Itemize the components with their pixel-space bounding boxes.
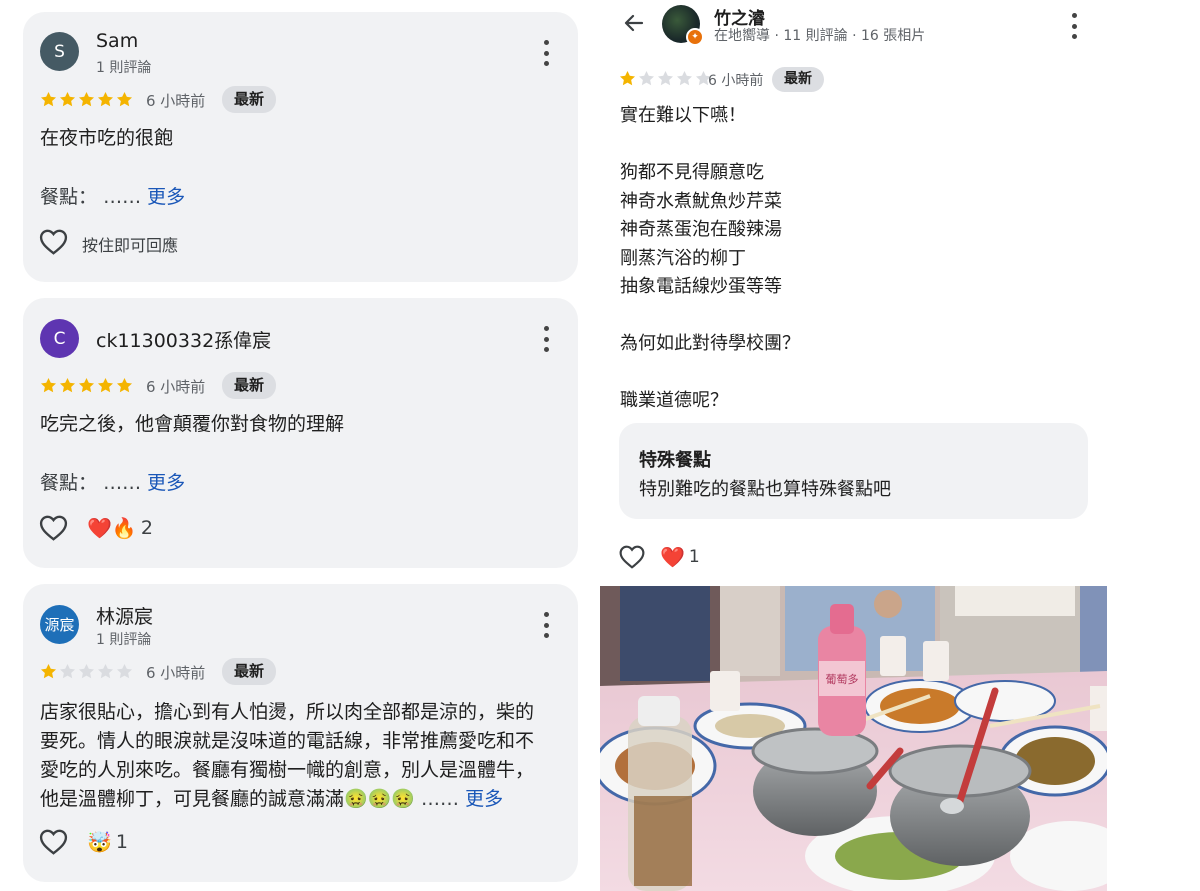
special-meal-box: 特殊餐點 特別難吃的餐點也算特殊餐點吧 [619,423,1088,519]
reviewer-review-count: 1 則評論 [96,60,152,76]
review-time: 6 小時前 [146,664,206,682]
review-text-line: 為何如此對待學校團？ [620,333,800,354]
review-text-line [620,131,800,160]
star-rating [39,90,134,109]
star-icon [59,663,76,679]
review-detail-panel: ✦ 竹之濬 在地嚮導 · 11 則評論 · 16 張相片 6 小時前 最新 實在… [600,0,1110,891]
heart-outline-icon[interactable] [39,829,68,855]
star-icon [97,91,114,107]
star-icon [59,91,76,107]
star-icon [638,70,655,86]
ellipsis: …… [421,788,460,810]
review-text: 實在難以下嚥！ 狗都不見得願意吃 神奇水煮魷魚炒芹菜 神奇蒸蛋泡在酸辣湯 剛蒸汽浴的柳… [620,102,800,416]
review-text-line: 店家很貼心，擔心到有人怕燙，所以肉全部都是涼的，柴的 [40,701,535,723]
reaction-emojis: 🤯 [87,830,112,854]
reaction-count: 2 [140,517,153,539]
more-options-icon[interactable] [542,326,550,352]
star-icon [40,663,57,679]
meal-row: 餐點： …… 更多 [40,182,185,209]
review-card: 源宸 林源宸 1 則評論 6 小時前 最新 店家很貼心，擔心到有人怕燙，所以肉全… [23,584,578,882]
reactions[interactable]: ❤️🔥 2 [87,516,153,540]
more-link[interactable]: 更多 [465,788,503,810]
review-text: 吃完之後，他會顛覆你對食物的理解 [40,413,345,435]
star-icon [619,70,636,86]
star-icon [78,663,95,679]
review-text-line: 實在難以下嚥！ [620,105,746,126]
review-photo[interactable]: 葡萄多 [600,586,1107,891]
review-text-line: 神奇水煮魷魚炒芹菜 [620,190,782,212]
hold-to-reply-text[interactable]: 按住即可回應 [82,232,178,256]
star-icon [116,663,133,679]
heart-outline-icon[interactable] [39,229,68,255]
meal-label: 餐點： [40,472,98,494]
star-rating [618,69,713,88]
avatar[interactable]: C [40,319,79,358]
reaction-emojis: ❤️🔥 [87,516,137,540]
meal-label: 餐點： [40,186,98,208]
star-icon [97,377,114,393]
arrow-left-icon[interactable] [622,11,646,35]
review-text-line [620,302,800,331]
more-link[interactable]: 更多 [147,472,185,494]
review-text-line: 神奇蒸蛋泡在酸辣湯 [620,219,782,240]
star-icon [40,91,57,107]
special-meal-text: 特別難吃的餐點也算特殊餐點吧 [639,479,891,500]
special-meal-title: 特殊餐點 [639,450,711,471]
reviewer-meta: 在地嚮導 · 11 則評論 · 16 張相片 [714,28,926,44]
star-rating [39,662,134,681]
review-time: 6 小時前 [146,92,206,110]
star-icon [657,70,674,86]
review-text-line: 他是溫體柳丁，可見餐廳的誠意滿滿🤢🤢🤢 [40,788,415,810]
review-text-line: 剛蒸汽浴的柳丁 [620,247,746,269]
more-link[interactable]: 更多 [147,186,185,208]
newest-badge: 最新 [222,372,277,399]
review-text-line: 抽象電話線炒蛋等等 [620,276,782,297]
newest-badge: 最新 [222,86,277,113]
reviewer-name[interactable]: 林源宸 [96,602,153,629]
star-icon [676,70,693,86]
avatar[interactable]: 源宸 [40,605,79,644]
review-text-line: 愛吃的人別來吃。餐廳有獨樹一幟的創意，別人是溫體牛， [40,759,535,781]
newest-badge: 最新 [222,658,277,685]
reviewer-review-count: 1 則評論 [96,632,152,648]
more-options-icon[interactable] [542,612,550,638]
star-icon [40,377,57,393]
ellipsis: …… [103,472,142,494]
star-icon [116,91,133,107]
review-text: 在夜市吃的很飽 [40,127,174,149]
star-icon [97,663,114,679]
reactions[interactable]: ❤️ 1 [660,545,700,569]
review-time: 6 小時前 [146,378,206,396]
heart-outline-icon[interactable] [619,545,645,569]
local-guide-badge-icon: ✦ [686,28,704,46]
more-options-icon[interactable] [542,40,550,66]
review-text: 店家很貼心，擔心到有人怕燙，所以肉全部都是涼的，柴的 要死。情人的眼淚就是沒味道… [40,698,570,814]
star-icon [78,91,95,107]
heart-outline-icon[interactable] [39,515,68,541]
review-text-line: 要死。情人的眼淚就是沒味道的電話線，非常推薦愛吃和不 [40,730,535,752]
reviewer-name[interactable]: Sam [96,30,138,52]
bottle-label: 葡萄多 [826,672,859,686]
avatar[interactable]: S [40,32,79,71]
star-icon [78,377,95,393]
reaction-count: 1 [688,547,700,567]
reaction-count: 1 [115,831,128,853]
reaction-emojis: ❤️ [660,545,685,569]
review-card: S Sam 1 則評論 6 小時前 最新 在夜市吃的很飽 餐點： …… 更多 按… [23,12,578,282]
reviewer-name[interactable]: ck11300332孫偉宸 [96,326,271,353]
newest-badge: 最新 [772,67,824,92]
ellipsis: …… [103,186,142,208]
review-card: C ck11300332孫偉宸 6 小時前 最新 吃完之後，他會顛覆你對食物的理… [23,298,578,568]
review-text-line: 職業道德呢？ [620,390,728,411]
review-text-line [620,359,800,388]
review-text-line: 狗都不見得願意吃 [620,162,764,183]
star-icon [116,377,133,393]
reactions[interactable]: 🤯 1 [87,830,128,854]
meal-row: 餐點： …… 更多 [40,468,185,495]
star-rating [39,376,134,395]
review-time: 6 小時前 [708,73,764,89]
star-icon [59,377,76,393]
more-options-icon[interactable] [1070,13,1078,39]
